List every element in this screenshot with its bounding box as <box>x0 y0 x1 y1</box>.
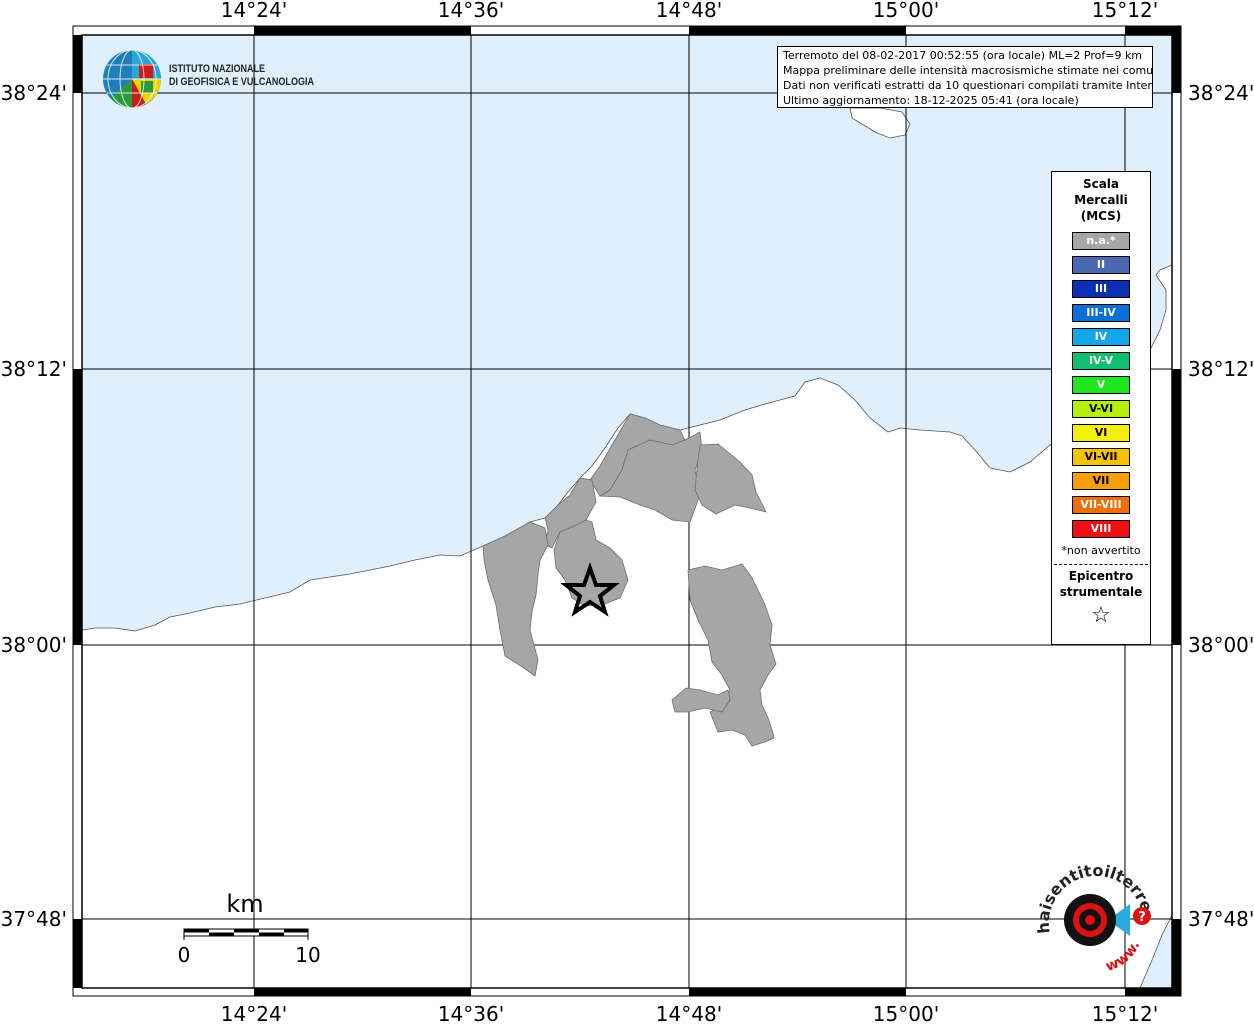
lat-label: 38°12' <box>1 357 67 381</box>
legend-note: *non avvertito <box>1061 544 1141 557</box>
ingv-name: ISTITUTO NAZIONALE DI GEOFISICA E VULCAN… <box>169 63 314 89</box>
legend-title: Scala Mercalli (MCS) <box>1052 176 1150 224</box>
mcs-legend: Scala Mercalli (MCS) n.a.* II III III-IV IV I… <box>1051 171 1151 645</box>
scale-unit: km <box>226 890 263 918</box>
svg-text:?: ? <box>1138 910 1146 925</box>
lon-label: 14°48' <box>656 0 722 22</box>
legend-swatch: V <box>1072 376 1130 394</box>
legend-title-line: Scala <box>1082 177 1120 191</box>
scale-max: 10 <box>295 943 320 967</box>
legend-epicenter-label: Epicentro strumentale <box>1052 568 1150 600</box>
hsit-logo: haisentitoilterremoto.it www. ? <box>1022 843 1160 988</box>
lon-labels-bottom: 14°24' 14°36' 14°48' 15°00' 15°12' <box>221 1002 1158 1024</box>
legend-swatch: III-IV <box>1072 304 1130 322</box>
event-info-box: Terremoto del 08-02-2017 00:52:55 (ora l… <box>777 46 1153 108</box>
legend-divider <box>1054 564 1148 565</box>
legend-epicenter-line: Epicentro <box>1068 569 1134 583</box>
ingv-line1: ISTITUTO NAZIONALE <box>169 63 266 75</box>
legend-epicenter-line: strumentale <box>1059 585 1143 599</box>
hsit-url: www. <box>1104 939 1144 975</box>
legend-swatches: n.a.* II III III-IV IV IV-V V V-VI VI VI-VII VII VI… <box>1052 232 1150 538</box>
ingv-line2: DI GEOFISICA E VULCANOLOGIA <box>169 76 314 88</box>
ingv-logo: ISTITUTO NAZIONALE DI GEOFISICA E VULCAN… <box>101 48 341 110</box>
legend-swatch: IV-V <box>1072 352 1130 370</box>
lon-label: 15°00' <box>873 0 939 22</box>
scale-min: 0 <box>178 943 191 967</box>
legend-swatch: VI <box>1072 424 1130 442</box>
lon-label: 14°48' <box>656 1002 722 1024</box>
lon-label: 14°24' <box>221 0 287 22</box>
lat-labels-right: 38°24' 38°12' 38°00' 37°48' <box>1188 81 1254 931</box>
legend-star-icon: ☆ <box>1091 603 1111 628</box>
ingv-globe-icon <box>103 49 161 109</box>
info-line: Mappa preliminare delle intensità macros… <box>783 64 1153 77</box>
legend-swatch: VIII <box>1072 520 1130 538</box>
info-line: Ultimo aggiornamento: 18-12-2025 05:41 (… <box>783 94 1079 107</box>
lat-label: 38°12' <box>1188 357 1254 381</box>
legend-swatch: n.a.* <box>1072 232 1130 250</box>
lat-label: 38°24' <box>1 81 67 105</box>
info-line: Dati non verificati estratti da 10 quest… <box>783 79 1153 92</box>
lat-label: 37°48' <box>1 907 67 931</box>
lon-label: 15°12' <box>1092 1002 1158 1024</box>
legend-swatch: VII-VIII <box>1072 496 1130 514</box>
lat-label: 38°00' <box>1 633 67 657</box>
legend-swatch: IV <box>1072 328 1130 346</box>
lon-label: 14°36' <box>438 1002 504 1024</box>
legend-title-line: (MCS) <box>1080 209 1122 223</box>
legend-swatch: VII <box>1072 472 1130 490</box>
lat-labels-left: 38°24' 38°12' 38°00' 37°48' <box>1 81 67 931</box>
lon-label: 14°24' <box>221 1002 287 1024</box>
legend-title-line: Mercalli <box>1074 193 1128 207</box>
lat-label: 37°48' <box>1188 907 1254 931</box>
lon-label: 15°00' <box>873 1002 939 1024</box>
lat-label: 38°24' <box>1188 81 1254 105</box>
lon-label: 15°12' <box>1092 0 1158 22</box>
info-line: Terremoto del 08-02-2017 00:52:55 (ora l… <box>783 49 1143 62</box>
lat-label: 38°00' <box>1188 633 1254 657</box>
lon-label: 14°36' <box>438 0 504 22</box>
legend-swatch: II <box>1072 256 1130 274</box>
legend-swatch: VI-VII <box>1072 448 1130 466</box>
legend-swatch: III <box>1072 280 1130 298</box>
lon-labels-top: 14°24' 14°36' 14°48' 15°00' 15°12' <box>221 0 1158 22</box>
legend-swatch: V-VI <box>1072 400 1130 418</box>
